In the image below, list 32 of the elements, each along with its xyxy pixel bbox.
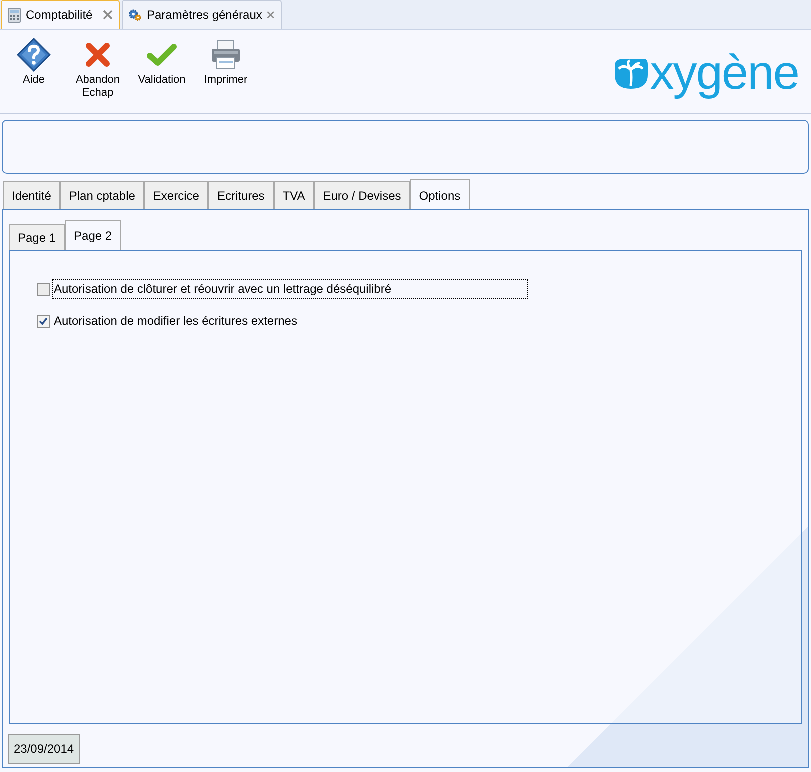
tab[interactable]: Exercice xyxy=(144,181,208,209)
close-icon[interactable] xyxy=(267,10,275,20)
tab[interactable]: Euro / Devises xyxy=(314,181,410,209)
checkbox[interactable] xyxy=(37,282,50,296)
document-tab[interactable]: Paramètres généraux xyxy=(122,0,282,29)
date-display: 23/09/2014 xyxy=(8,734,80,764)
toolbar-button[interactable]: Abandon Echap xyxy=(66,38,130,100)
toolbar-button[interactable]: Validation xyxy=(130,38,194,87)
tab[interactable]: TVA xyxy=(274,181,314,209)
calculator-icon xyxy=(8,8,21,22)
palm-logo-icon xyxy=(612,57,650,91)
logo-text: xygène xyxy=(650,46,799,102)
page-tab[interactable]: Page 2 xyxy=(65,220,122,250)
tab[interactable]: Ecritures xyxy=(208,181,274,209)
tab[interactable]: Identité xyxy=(3,181,60,209)
close-icon[interactable] xyxy=(103,10,113,20)
tab-title: Paramètres généraux xyxy=(146,7,262,24)
tab[interactable]: Plan cptable xyxy=(60,181,144,209)
option-checkbox[interactable]: Autorisation de modifier les écritures externes xyxy=(37,313,801,329)
cancel-icon xyxy=(85,42,111,68)
checkbox[interactable] xyxy=(37,314,50,328)
toolbar-button[interactable]: Imprimer xyxy=(194,38,258,87)
tab-title: Comptabilité xyxy=(26,7,94,24)
document-tab[interactable]: Comptabilité xyxy=(1,0,120,29)
tab[interactable]: Options xyxy=(410,179,470,209)
option-checkbox[interactable]: Autorisation de clôturer et réouvrir avec un lettrage déséquilibré xyxy=(37,281,801,297)
check-icon xyxy=(147,43,177,67)
page-tab[interactable]: Page 1 xyxy=(9,224,66,250)
help-icon xyxy=(17,38,51,72)
gears-icon xyxy=(129,8,142,22)
printer-icon xyxy=(210,39,242,71)
toolbar-button[interactable]: Aide xyxy=(2,38,66,87)
